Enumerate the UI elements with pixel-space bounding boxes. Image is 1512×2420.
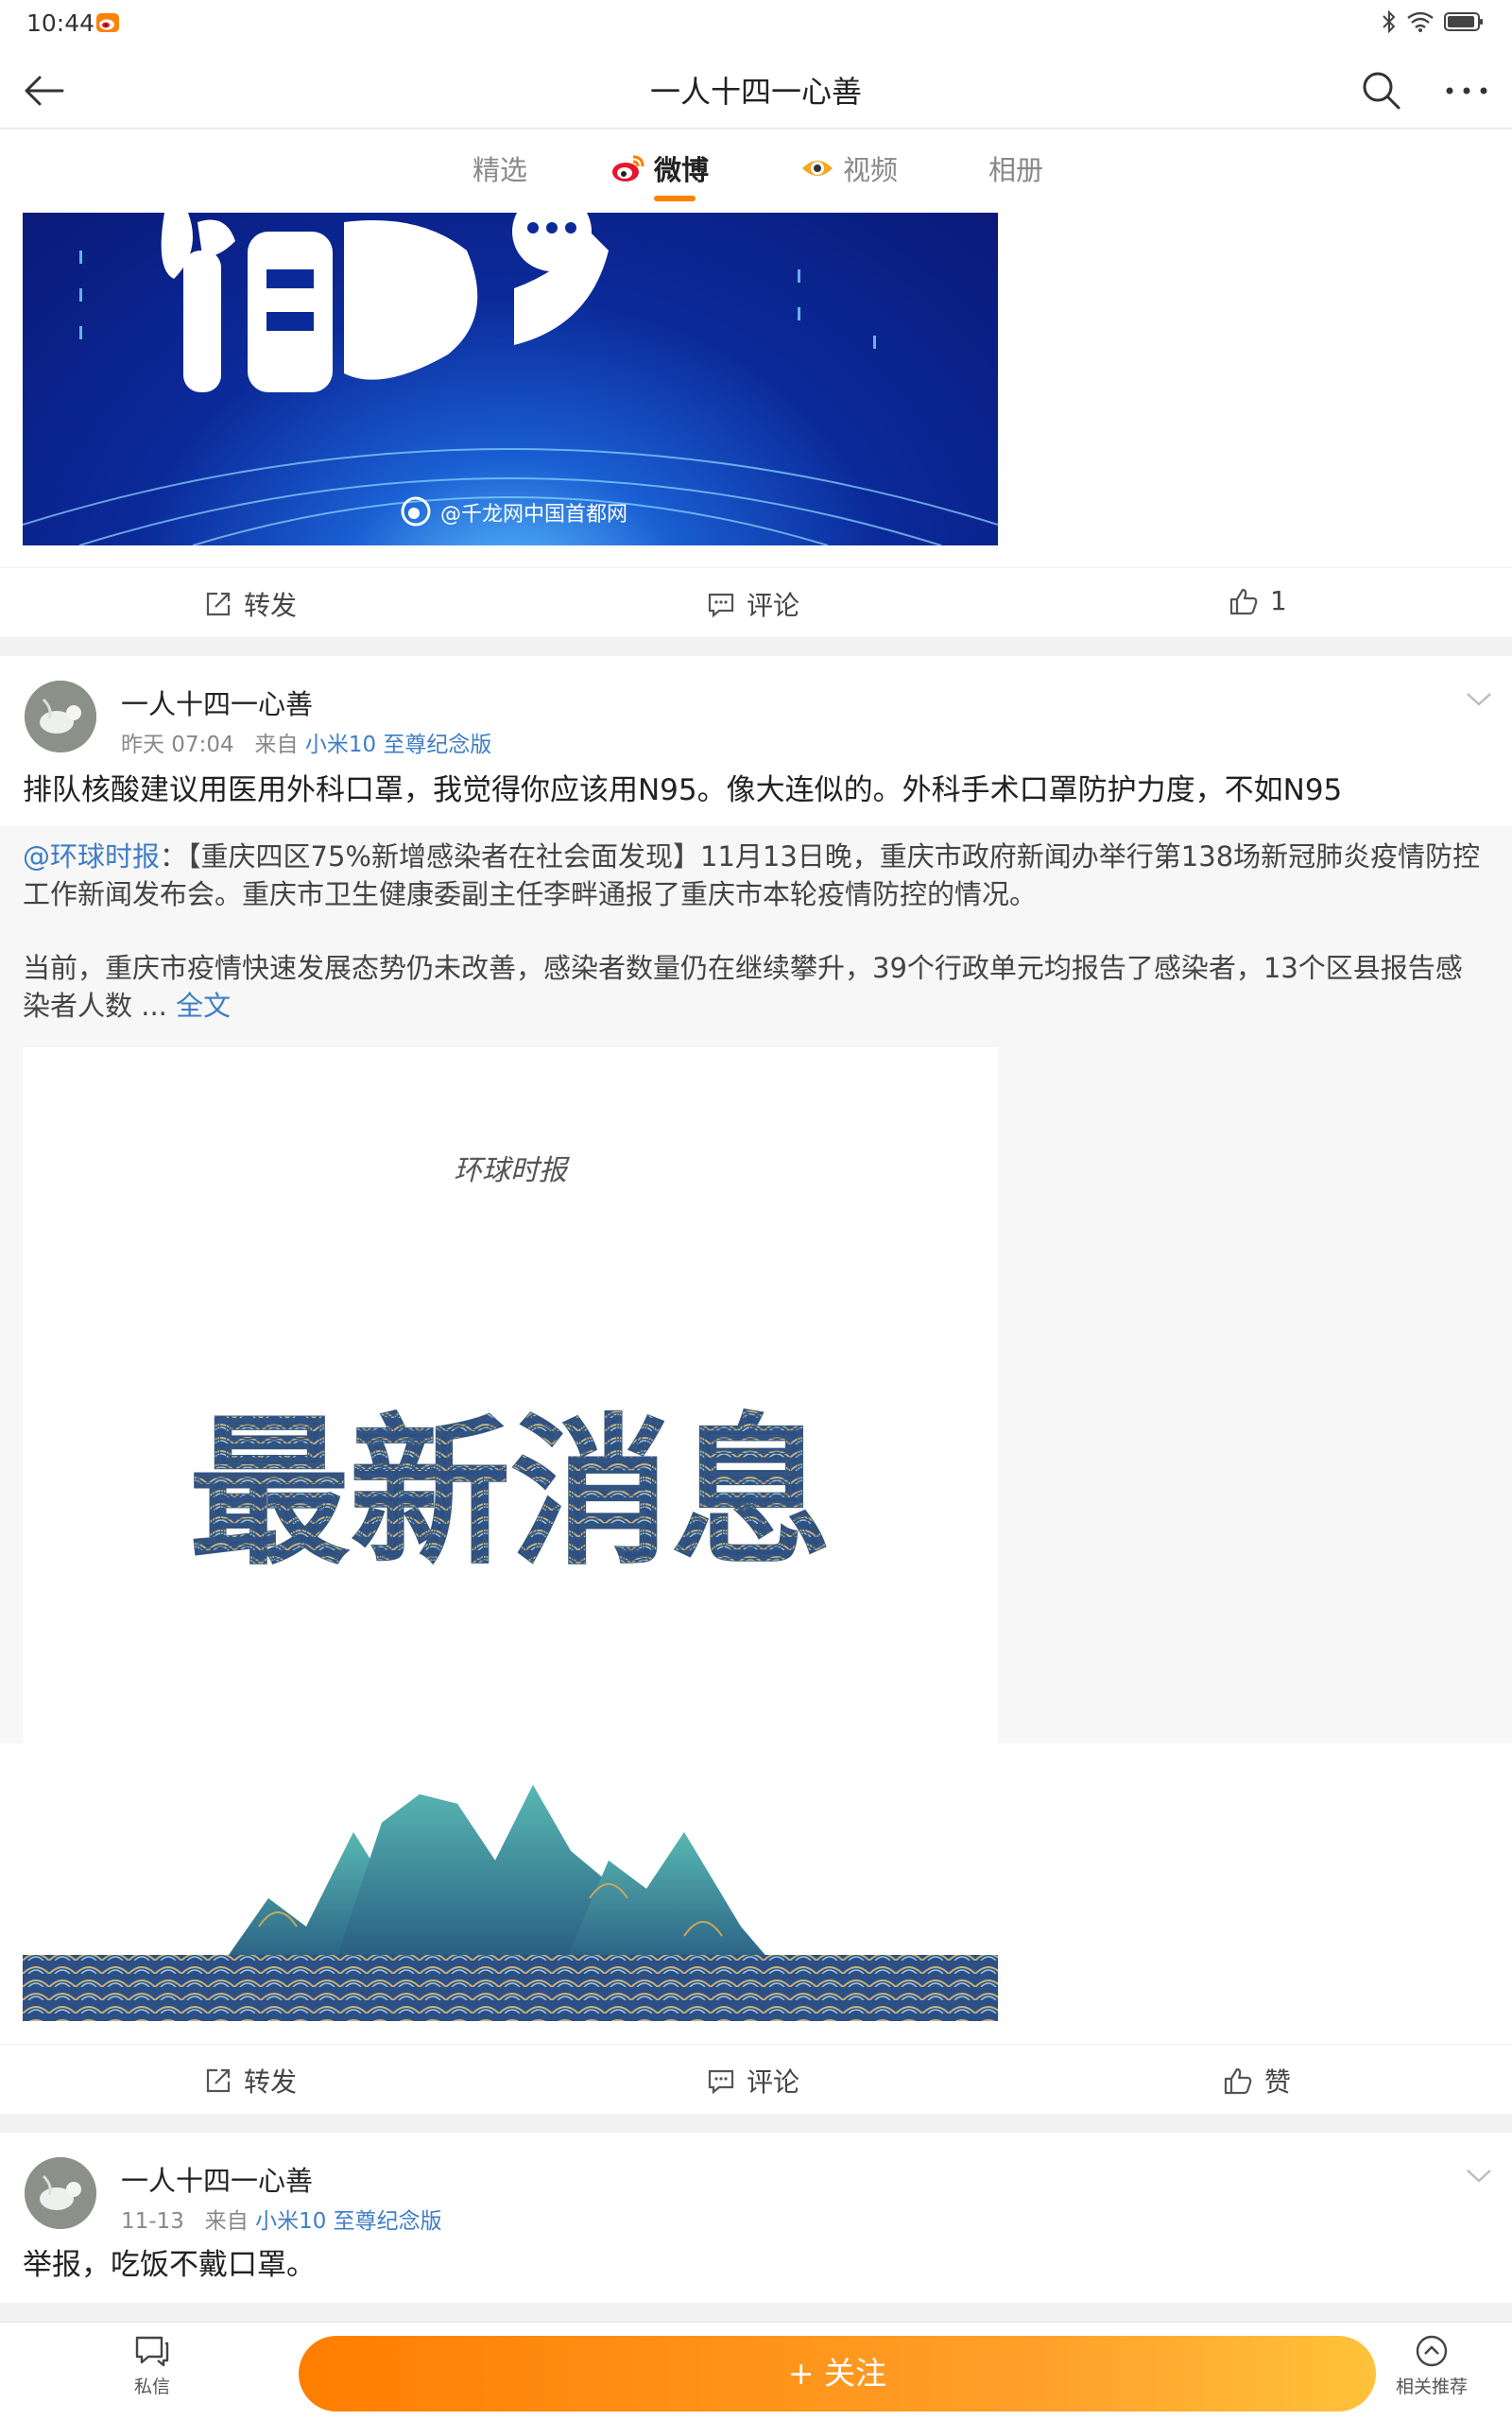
- post-image-news[interactable]: @千龙网中国首都网: [23, 213, 998, 545]
- wifi-icon: [1407, 11, 1434, 32]
- post1-action-bar: 转发 评论 赞: [0, 2044, 1512, 2114]
- poster-headline: 最新消息: [189, 1398, 832, 1587]
- repost-text: @环球时报：【重庆四区75%新增感染者在社会面发现】11月13日晚，重庆市政府新…: [23, 838, 1489, 913]
- tab-weibo[interactable]: 微博: [610, 148, 710, 201]
- post-meta: 11-13 来自 小米10 至尊纪念版: [121, 2203, 442, 2235]
- repost-paragraph-2: 当前，重庆市疫情快速发展态势仍未改善，感染者数量仍在继续攀升，39个行政单元均报…: [23, 952, 1463, 1022]
- related-label: 相关推荐: [1395, 2377, 1468, 2397]
- more-options-icon[interactable]: [1442, 70, 1491, 112]
- post-card: 一人十四一心善 11-13 来自 小米10 至尊纪念版 举报，吃饭不戴口罩。: [0, 2133, 1512, 2303]
- comment-label: 评论: [747, 2066, 800, 2098]
- tab-video-label: 视频: [843, 154, 899, 186]
- mention-colon: ：: [160, 840, 188, 873]
- comment-icon: [708, 593, 734, 618]
- related-recommend-button[interactable]: 相关推荐: [1380, 2334, 1484, 2398]
- tab-album[interactable]: 相册: [988, 148, 1043, 188]
- thumbs-up-icon: [1229, 588, 1258, 614]
- post-source[interactable]: 小米10 至尊纪念版: [305, 733, 492, 757]
- tab-featured-label: 精选: [472, 154, 528, 186]
- post-time: 昨天 07:04: [121, 733, 234, 757]
- comment-button[interactable]: 评论: [707, 585, 799, 623]
- repost-icon: [206, 2068, 231, 2093]
- post0-action-bar: 转发 评论 1: [0, 567, 1512, 637]
- post-text: 举报，吃饭不戴口罩。: [23, 2248, 316, 2282]
- battery-icon: [1444, 12, 1483, 31]
- video-icon: [802, 161, 833, 176]
- repost-label: 转发: [244, 2066, 298, 2098]
- like-label: 赞: [1264, 2066, 1292, 2098]
- avatar-image: [25, 2157, 96, 2229]
- comment-icon: [708, 2069, 734, 2095]
- author-name[interactable]: 一人十四一心善: [121, 683, 313, 722]
- repost-ellipsis: ...: [132, 990, 177, 1022]
- avatar-image: [25, 681, 96, 752]
- post-text: 排队核酸建议用医用外科口罩，我觉得你应该用N95。像大连似的。外科手术口罩防护力…: [23, 773, 1343, 807]
- news-poster-graphic: 环球时报 最新消息: [23, 1047, 998, 2021]
- tab-featured[interactable]: 精选: [472, 148, 527, 188]
- like-button[interactable]: 赞: [1223, 2062, 1291, 2100]
- thumbs-up-icon: [1224, 2067, 1252, 2095]
- message-button[interactable]: 私信: [100, 2334, 204, 2398]
- reposted-image[interactable]: 环球时报 最新消息: [23, 1047, 998, 2021]
- comment-label: 评论: [747, 590, 800, 621]
- message-icon: [135, 2336, 169, 2367]
- like-count: 1: [1270, 585, 1287, 616]
- source-prefix: 来自: [254, 733, 299, 757]
- bottom-action-bar: 私信 + 关注 相关推荐: [0, 2322, 1512, 2420]
- avatar[interactable]: [25, 681, 96, 752]
- tab-weibo-label: 微博: [654, 154, 710, 186]
- post-meta: 昨天 07:04 来自 小米10 至尊纪念版: [121, 726, 491, 758]
- mention-link[interactable]: @环球时报: [23, 840, 160, 873]
- source-prefix: 来自: [204, 2209, 249, 2234]
- status-bar: 10:44: [0, 0, 1512, 53]
- status-icons: [1382, 9, 1484, 34]
- search-icon[interactable]: [1359, 68, 1402, 112]
- news-banner-graphic: @千龙网中国首都网: [23, 213, 998, 545]
- like-button[interactable]: 1: [1228, 585, 1287, 616]
- chevron-down-icon[interactable]: [1465, 690, 1493, 709]
- full-text-link[interactable]: 全文: [176, 990, 231, 1022]
- author-name[interactable]: 一人十四一心善: [121, 2159, 313, 2199]
- tab-video[interactable]: 视频: [799, 148, 898, 188]
- avatar[interactable]: [25, 2157, 96, 2229]
- repost-text-2: 当前，重庆市疫情快速发展态势仍未改善，感染者数量仍在继续攀升，39个行政单元均报…: [23, 949, 1489, 1025]
- post-source[interactable]: 小米10 至尊纪念版: [255, 2209, 442, 2234]
- repost-button[interactable]: 转发: [204, 585, 297, 623]
- poster-logo: 环球时报: [454, 1154, 570, 1187]
- tab-album-label: 相册: [988, 154, 1044, 186]
- repost-button[interactable]: 转发: [204, 2062, 297, 2100]
- top-nav-bar: 一人十四一心善: [0, 53, 1512, 129]
- profile-tabs: 精选 微博 视频 相册: [0, 130, 1512, 213]
- repost-paragraph-1: 【重庆四区75%新增感染者在社会面发现】11月13日晚，重庆市政府新闻办举行第1…: [23, 840, 1481, 910]
- weibo-notification-icon: [96, 13, 119, 32]
- post-time: 11-13: [121, 2209, 184, 2234]
- status-time: 10:44: [26, 9, 95, 37]
- weibo-logo-icon: [612, 155, 644, 182]
- comment-button[interactable]: 评论: [707, 2062, 799, 2100]
- follow-button[interactable]: + 关注: [299, 2336, 1376, 2411]
- chevron-up-circle-icon: [1416, 2335, 1448, 2367]
- bluetooth-icon: [1383, 9, 1396, 34]
- repost-icon: [206, 592, 231, 616]
- repost-label: 转发: [244, 590, 298, 621]
- chevron-down-icon[interactable]: [1465, 2167, 1493, 2186]
- message-label: 私信: [133, 2377, 170, 2397]
- image-watermark: @千龙网中国首都网: [440, 503, 627, 527]
- page-title: 一人十四一心善: [649, 74, 862, 110]
